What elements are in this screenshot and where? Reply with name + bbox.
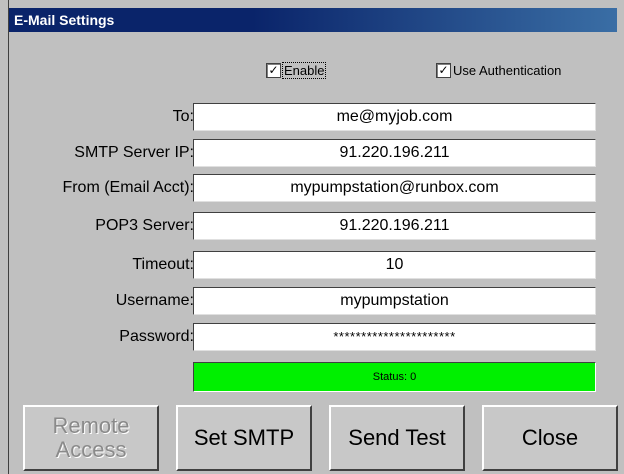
close-button[interactable]: Close (482, 405, 618, 471)
to-label: To: (172, 108, 194, 125)
status-bar: Status: 0 (193, 362, 596, 392)
pop3-server-label: POP3 Server: (95, 217, 194, 234)
to-field[interactable]: me@myjob.com (193, 103, 596, 131)
remote-access-label-line2: Access (55, 437, 127, 462)
smtp-server-ip-field[interactable]: 91.220.196.211 (193, 139, 596, 167)
use-authentication-checkbox[interactable]: ✓ Use Authentication (436, 61, 561, 79)
window-title: E-Mail Settings (9, 8, 617, 32)
checkmark-icon: ✓ (266, 62, 281, 78)
set-smtp-button[interactable]: Set SMTP (176, 405, 312, 471)
timeout-field[interactable]: 10 (193, 251, 596, 279)
username-label: Username: (115, 292, 194, 309)
remote-access-button: Remote Access (23, 405, 159, 471)
smtp-server-ip-label: SMTP Server IP: (74, 144, 194, 161)
timeout-label: Timeout: (132, 256, 194, 273)
use-authentication-label: Use Authentication (453, 62, 562, 78)
from-email-acct-field[interactable]: mypumpstation@runbox.com (193, 174, 596, 202)
remote-access-label-line1: Remote (52, 413, 130, 438)
enable-label: Enable (281, 61, 327, 79)
password-field[interactable]: ********************** (193, 323, 596, 351)
from-email-acct-label: From (Email Acct): (62, 179, 194, 196)
enable-checkbox[interactable]: ✓ Enable (266, 61, 327, 79)
pop3-server-field[interactable]: 91.220.196.211 (193, 212, 596, 240)
send-test-button[interactable]: Send Test (329, 405, 465, 471)
password-label: Password: (119, 328, 194, 345)
email-settings-window: E-Mail Settings ✓ Enable ✓ Use Authentic… (8, 0, 618, 474)
username-field[interactable]: mypumpstation (193, 287, 596, 315)
checkmark-icon: ✓ (436, 62, 451, 78)
